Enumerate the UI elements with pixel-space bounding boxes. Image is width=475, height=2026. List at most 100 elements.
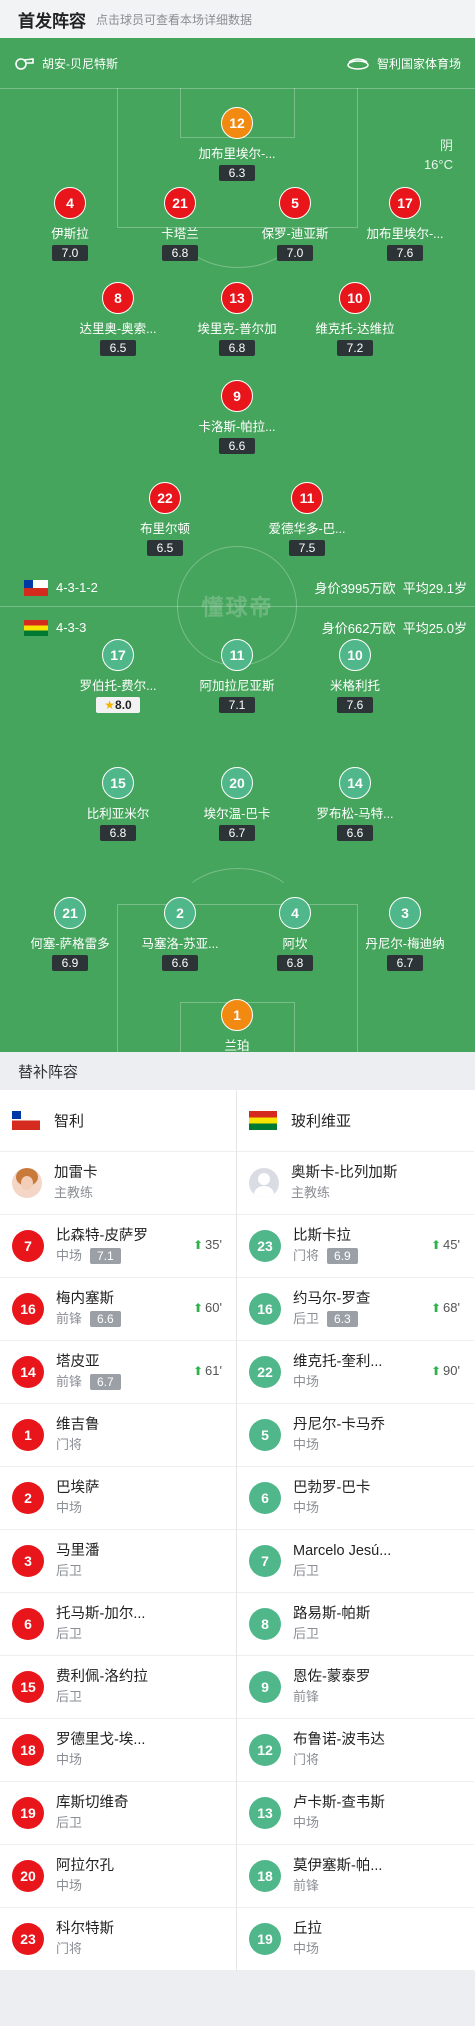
away-coach-row[interactable]: 奥斯卡-比列加斯 主教练	[237, 1152, 474, 1215]
jersey-number: 14	[339, 767, 371, 799]
sub-on-arrow-icon: ⬆	[430, 1237, 442, 1252]
sub-player-row[interactable]: 7 比森特-皮萨罗 中场 7.1 ⬆ 35'	[0, 1215, 236, 1278]
sub-player-row[interactable]: 16 约马尔-罗查 后卫 6.3 ⬆ 68'	[237, 1278, 474, 1341]
sub-player-row[interactable]: 23 科尔特斯 门将	[0, 1908, 236, 1971]
venue-info: 智利国家体育场	[347, 55, 461, 72]
jersey-number: 3	[389, 897, 421, 929]
away-player[interactable]: 21 何塞-萨格雷多 6.9	[10, 897, 130, 972]
away-player[interactable]: 11 阿加拉尼亚斯 7.1	[177, 639, 297, 714]
away-player[interactable]: 14 罗布松-马特... 6.6	[295, 767, 415, 842]
sub-player-row[interactable]: 9 恩佐-蒙泰罗 前锋	[237, 1656, 474, 1719]
sub-position: 后卫	[56, 1815, 83, 1830]
sub-player-row[interactable]: 6 巴勃罗-巴卡 中场	[237, 1467, 474, 1530]
sub-player-name: 巴埃萨	[56, 1480, 100, 1496]
player-name: 罗布松-马特...	[316, 807, 394, 821]
sub-player-row[interactable]: 5 丹尼尔-卡马乔 中场	[237, 1404, 474, 1467]
chile-flag-icon	[24, 579, 48, 596]
sub-player-row[interactable]: 3 马里潘 后卫	[0, 1530, 236, 1593]
sub-player-name: 恩佐-蒙泰罗	[293, 1669, 371, 1685]
rating-value: 6.6	[171, 956, 189, 970]
rating-value: 6.6	[346, 826, 364, 840]
sub-position-row: 后卫	[293, 1561, 474, 1581]
away-player[interactable]: 20 埃尔温-巴卡 6.7	[177, 767, 297, 842]
sub-jersey-number: 13	[249, 1797, 281, 1829]
away-player[interactable]: 10 米格利托 7.6	[295, 639, 415, 714]
away-subs-list: 23 比斯卡拉 门将 6.9 ⬆ 45' 16 约马尔-罗查 后卫 6.3 ⬆ 68' 22 维克托-奎利…	[237, 1215, 474, 1971]
sub-position: 门将	[56, 1437, 83, 1452]
away-player[interactable]: 17 罗伯托-费尔... ★8.0	[58, 639, 178, 714]
away-player[interactable]: 15 比利亚米尔 6.8	[58, 767, 178, 842]
sub-rating: 7.1	[90, 1248, 121, 1264]
sub-player-row[interactable]: 2 巴埃萨 中场	[0, 1467, 236, 1530]
player-rating: 6.6	[162, 955, 198, 971]
sub-minute: 90'	[443, 1363, 460, 1378]
home-player[interactable]: 10 维克托-达维拉 7.2	[295, 282, 415, 357]
home-player[interactable]: 11 爱德华多-巴... 7.5	[247, 482, 367, 557]
sub-minute: 45'	[443, 1237, 460, 1252]
sub-position-row: 中场	[56, 1876, 236, 1896]
sub-player-row[interactable]: 12 布鲁诺-波韦达 门将	[237, 1719, 474, 1782]
home-coach-row[interactable]: 加雷卡 主教练	[0, 1152, 236, 1215]
away-player[interactable]: 4 阿坎 6.8	[235, 897, 355, 972]
sub-position: 前锋	[56, 1374, 83, 1389]
sub-player-row[interactable]: 18 莫伊塞斯-帕... 前锋	[237, 1845, 474, 1908]
weather-info: 阴 16°C	[424, 136, 453, 174]
home-player[interactable]: 12 加布里埃尔-... 6.3	[177, 107, 297, 182]
sub-player-row[interactable]: 16 梅内塞斯 前锋 6.6 ⬆ 60'	[0, 1278, 236, 1341]
sub-on-time: ⬆ 60'	[193, 1300, 222, 1315]
sub-player-info: 库斯切维奇 后卫	[56, 1793, 236, 1833]
home-player[interactable]: 21 卡塔兰 6.8	[120, 187, 240, 262]
venue-name: 智利国家体育场	[376, 56, 461, 71]
home-player[interactable]: 17 加布里埃尔-... 7.6	[345, 187, 465, 262]
sub-on-arrow-icon: ⬆	[430, 1300, 442, 1315]
player-name: 阿加拉尼亚斯	[199, 679, 275, 693]
sub-player-row[interactable]: 6 托马斯-加尔... 后卫	[0, 1593, 236, 1656]
sub-player-row[interactable]: 22 维克托-奎利... 中场 ⬆ 90'	[237, 1341, 474, 1404]
sub-position-row: 中场	[293, 1939, 474, 1959]
rating-value: 7.6	[346, 698, 364, 712]
sub-on-time: ⬆ 45'	[431, 1237, 460, 1252]
sub-jersey-number: 23	[12, 1923, 44, 1955]
rating-value: 7.0	[286, 246, 304, 260]
sub-player-row[interactable]: 13 卢卡斯-查韦斯 中场	[237, 1782, 474, 1845]
rating-value: 6.8	[109, 826, 127, 840]
sub-player-row[interactable]: 8 路易斯-帕斯 后卫	[237, 1593, 474, 1656]
rating-value: 6.6	[228, 439, 246, 453]
sub-on-arrow-icon: ⬆	[192, 1363, 204, 1378]
sub-position: 中场	[56, 1878, 83, 1893]
sub-player-row[interactable]: 1 维吉鲁 门将	[0, 1404, 236, 1467]
sub-position: 门将	[293, 1752, 320, 1767]
referee-info: 胡安-贝尼特斯	[14, 55, 118, 72]
away-player[interactable]: 1兰珀5.9	[177, 999, 297, 1052]
away-player[interactable]: 2 马塞洛-苏亚... 6.6	[120, 897, 240, 972]
sub-player-row[interactable]: 20 阿拉尔孔 中场	[0, 1845, 236, 1908]
home-player[interactable]: 9 卡洛斯-帕拉... 6.6	[177, 380, 297, 455]
sub-player-row[interactable]: 14 塔皮亚 前锋 6.7 ⬆ 61'	[0, 1341, 236, 1404]
sub-player-row[interactable]: 19 库斯切维奇 后卫	[0, 1782, 236, 1845]
rating-value: 6.8	[286, 956, 304, 970]
home-player[interactable]: 5 保罗-迪亚斯 7.0	[235, 187, 355, 262]
sub-player-name: 费利佩-洛约拉	[56, 1669, 148, 1685]
sub-player-row[interactable]: 15 费利佩-洛约拉 后卫	[0, 1656, 236, 1719]
sub-jersey-number: 18	[249, 1860, 281, 1892]
player-name: 何塞-萨格雷多	[30, 937, 110, 951]
sub-jersey-number: 9	[249, 1671, 281, 1703]
sub-player-row[interactable]: 19 丘拉 中场	[237, 1908, 474, 1971]
away-player[interactable]: 3 丹尼尔-梅迪纳 6.7	[345, 897, 465, 972]
jersey-number: 12	[221, 107, 253, 139]
player-name: 埃尔温-巴卡	[203, 807, 271, 821]
player-name: 达里奥-奥索...	[79, 322, 157, 336]
jersey-number: 1	[221, 999, 253, 1031]
home-player[interactable]: 22 布里尔顿 6.5	[105, 482, 225, 557]
home-value: 身价3995万欧	[314, 581, 396, 596]
sub-player-name: 巴勃罗-巴卡	[293, 1480, 371, 1496]
sub-minute: 68'	[443, 1300, 460, 1315]
sub-position-row: 后卫	[293, 1624, 474, 1644]
sub-player-row[interactable]: 18 罗德里戈-埃... 中场	[0, 1719, 236, 1782]
home-player[interactable]: 13 埃里克-普尔加 6.8	[177, 282, 297, 357]
sub-player-info: 路易斯-帕斯 后卫	[293, 1604, 474, 1644]
home-player[interactable]: 4 伊斯拉 7.0	[10, 187, 130, 262]
home-player[interactable]: 8 达里奥-奥索... 6.5	[58, 282, 178, 357]
sub-player-row[interactable]: 23 比斯卡拉 门将 6.9 ⬆ 45'	[237, 1215, 474, 1278]
sub-player-row[interactable]: 7 Marcelo Jesú... 后卫	[237, 1530, 474, 1593]
